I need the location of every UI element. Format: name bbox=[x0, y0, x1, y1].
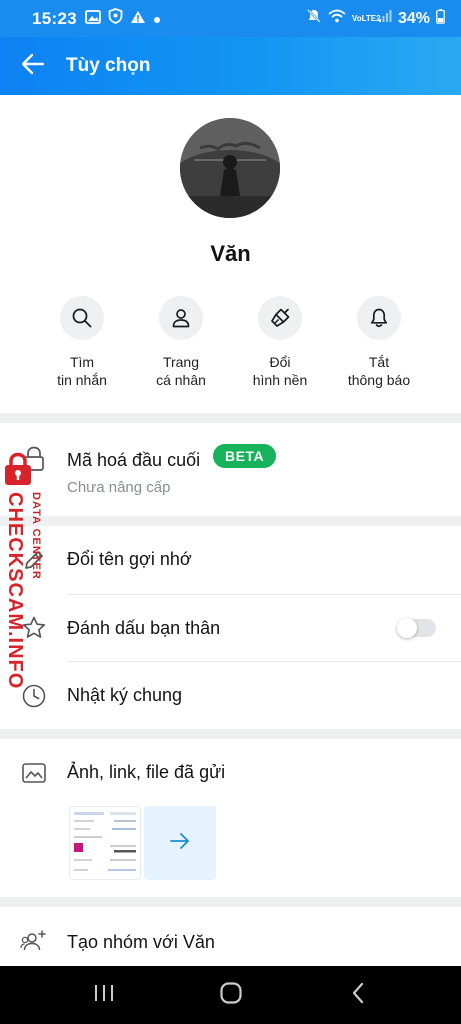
clock-icon bbox=[20, 682, 48, 710]
dot-icon bbox=[153, 9, 161, 29]
warning-icon bbox=[130, 9, 146, 29]
page-title: Tùy chọn bbox=[66, 55, 151, 76]
section-separator bbox=[0, 729, 461, 739]
quick-actions: Tìm tin nhắn Trang cá nhân Đổi hình nền … bbox=[33, 296, 428, 389]
encryption-status: Chưa nâng cấp bbox=[67, 479, 171, 496]
option-label: Tạo nhóm với Văn bbox=[67, 932, 215, 952]
profile-name: Văn bbox=[210, 241, 251, 266]
row-shared-journal[interactable]: Nhật ký chung bbox=[0, 662, 461, 729]
shield-icon bbox=[108, 8, 123, 29]
back-nav-button[interactable] bbox=[328, 966, 388, 1024]
recent-apps-icon bbox=[93, 983, 115, 1008]
action-label: Đổi hình nền bbox=[252, 354, 308, 388]
avatar[interactable] bbox=[180, 118, 280, 218]
action-profile-page[interactable]: Trang cá nhân bbox=[132, 296, 230, 389]
action-label: Trang cá nhân bbox=[156, 354, 206, 388]
status-time: 15:23 bbox=[32, 8, 77, 28]
chevron-left-icon bbox=[351, 982, 365, 1009]
avatar-photo bbox=[180, 118, 280, 218]
action-search-messages[interactable]: Tìm tin nhắn bbox=[33, 296, 131, 389]
search-icon bbox=[60, 296, 104, 340]
section-separator bbox=[0, 897, 461, 907]
encryption-label: Mã hoá đầu cuối bbox=[67, 450, 201, 470]
media-section: Ảnh, link, file đã gửi bbox=[0, 739, 461, 897]
status-bar: 15:23 VoLTE2 34% bbox=[0, 0, 461, 37]
action-label: Tìm tin nhắn bbox=[57, 354, 107, 388]
back-button[interactable] bbox=[0, 37, 66, 95]
battery-icon bbox=[436, 8, 445, 29]
paintbrush-icon bbox=[258, 296, 302, 340]
best-friend-toggle[interactable] bbox=[397, 618, 436, 638]
bell-icon bbox=[357, 296, 401, 340]
lock-icon bbox=[20, 445, 48, 473]
beta-badge: BETA bbox=[213, 444, 277, 468]
network-label: VoLTE2 bbox=[351, 13, 381, 23]
notification-icons bbox=[85, 8, 161, 29]
image-icon bbox=[85, 9, 101, 29]
signal-icon bbox=[378, 9, 392, 28]
option-label: Đổi tên gợi nhớ bbox=[67, 549, 192, 569]
status-right: VoLTE2 34% bbox=[306, 8, 445, 29]
photo-icon bbox=[20, 759, 48, 787]
mute-icon bbox=[306, 8, 322, 29]
app-bar: Tùy chọn bbox=[0, 37, 461, 95]
recent-apps-button[interactable] bbox=[74, 966, 134, 1024]
document-preview bbox=[74, 812, 136, 871]
star-icon bbox=[20, 614, 48, 642]
row-create-group[interactable]: Tạo nhóm với Văn bbox=[0, 907, 461, 967]
media-view-more[interactable] bbox=[144, 806, 216, 880]
profile-section: Văn Tìm tin nhắn Trang cá nhân Đổi hình … bbox=[0, 95, 461, 413]
section-separator bbox=[0, 516, 461, 526]
option-label: Đánh dấu bạn thân bbox=[67, 618, 221, 638]
action-change-wallpaper[interactable]: Đổi hình nền bbox=[231, 296, 329, 389]
home-icon bbox=[219, 981, 243, 1010]
option-label: Nhật ký chung bbox=[67, 685, 183, 705]
screen: 15:23 VoLTE2 34% Tùy chọn Văn Tìm tin nh… bbox=[0, 0, 461, 1024]
action-mute-notifications[interactable]: Tắt thông báo bbox=[330, 296, 428, 389]
section-separator bbox=[0, 413, 461, 423]
battery-percent: 34% bbox=[397, 9, 430, 27]
row-mark-best-friend[interactable]: Đánh dấu bạn thân bbox=[0, 595, 461, 661]
pencil-icon bbox=[20, 546, 48, 574]
person-icon bbox=[159, 296, 203, 340]
wifi-icon bbox=[328, 9, 346, 28]
media-label[interactable]: Ảnh, link, file đã gửi bbox=[67, 762, 225, 783]
arrow-right-icon bbox=[169, 832, 191, 855]
arrow-left-icon bbox=[21, 53, 45, 80]
home-button[interactable] bbox=[201, 966, 261, 1024]
toggle-knob bbox=[397, 618, 417, 638]
system-nav-bar bbox=[0, 966, 461, 1024]
action-label: Tắt thông báo bbox=[347, 354, 411, 388]
row-end-to-end-encryption[interactable]: Mã hoá đầu cuối BETA Chưa nâng cấp bbox=[0, 423, 461, 516]
media-thumbnail[interactable] bbox=[69, 806, 141, 880]
row-rename-nickname[interactable]: Đổi tên gợi nhớ bbox=[0, 526, 461, 594]
group-add-icon bbox=[20, 927, 48, 955]
